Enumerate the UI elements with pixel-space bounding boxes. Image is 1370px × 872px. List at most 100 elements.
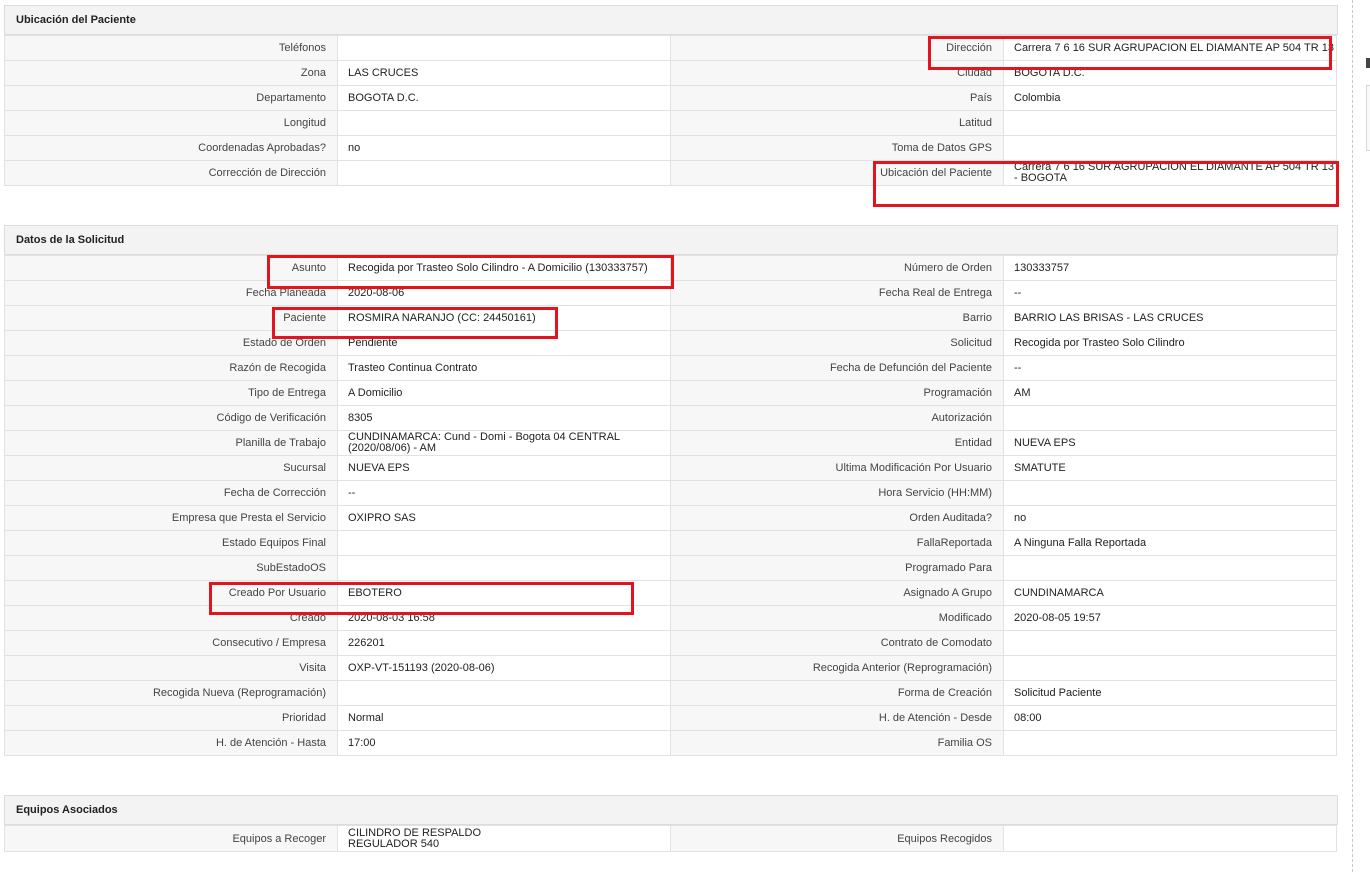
label-fecha-planeada: Fecha Planeada [4, 280, 338, 306]
label-prioridad: Prioridad [4, 705, 338, 731]
value-consecutivo-empresa: 226201 [337, 630, 671, 656]
table-row: Estado Equipos Final FallaReportada A Ning… [4, 530, 1338, 556]
table-row: Departamento BOGOTA D.C. País Colombia [4, 85, 1338, 111]
value-fallareportada: A Ninguna Falla Reportada [1003, 530, 1337, 556]
table-row: Empresa que Presta el Servicio OXIPRO SAS… [4, 505, 1338, 531]
value-autorizacion [1003, 405, 1337, 431]
label-fallareportada: FallaReportada [670, 530, 1004, 556]
label-hora-servicio-hh-mm: Hora Servicio (HH:MM) [670, 480, 1004, 506]
value-fecha-de-correccion: -- [337, 480, 671, 506]
label-recogida-nueva-reprogramacion: Recogida Nueva (Reprogramación) [4, 680, 338, 706]
value-asunto: Recogida por Trasteo Solo Cilindro - A D… [337, 255, 671, 281]
value-sucursal: NUEVA EPS [337, 455, 671, 481]
label-toma-de-datos-gps: Toma de Datos GPS [670, 135, 1004, 161]
value-fecha-de-defuncion-del-paciente: -- [1003, 355, 1337, 381]
table-row: Longitud Latitud [4, 110, 1338, 136]
value-paciente: ROSMIRA NARANJO (CC: 24450161) [337, 305, 671, 331]
label-asunto: Asunto [4, 255, 338, 281]
value-codigo-de-verificacion: 8305 [337, 405, 671, 431]
table-row: Sucursal NUEVA EPS Ultima Modificación Por… [4, 455, 1338, 481]
value-estado-de-orden: Pendiente [337, 330, 671, 356]
value-programado-para [1003, 555, 1337, 581]
table-row: Estado de Orden Pendiente Solicitud Recogid… [4, 330, 1338, 356]
value-entidad: NUEVA EPS [1003, 430, 1337, 456]
label-zona: Zona [4, 60, 338, 86]
value-fecha-planeada: 2020-08-06 [337, 280, 671, 306]
label-correccion-de-direccion: Corrección de Dirección [4, 160, 338, 186]
value-correccion-de-direccion [337, 160, 671, 186]
table-row: SubEstadoOS Programado Para [4, 555, 1338, 581]
value-coordenadas-aprobadas: no [337, 135, 671, 161]
value-prioridad: Normal [337, 705, 671, 731]
value-solicitud: Recogida por Trasteo Solo Cilindro [1003, 330, 1337, 356]
value-barrio: BARRIO LAS BRISAS - LAS CRUCES [1003, 305, 1337, 331]
label-ciudad: Ciudad [670, 60, 1004, 86]
label-creado-por-usuario: Creado Por Usuario [4, 580, 338, 606]
label-codigo-de-verificacion: Código de Verificación [4, 405, 338, 431]
table-row: Planilla de Trabajo CUNDINAMARCA: Cund - … [4, 430, 1338, 456]
label-recogida-anterior-reprogramacion: Recogida Anterior (Reprogramación) [670, 655, 1004, 681]
label-planilla-de-trabajo: Planilla de Trabajo [4, 430, 338, 456]
value-empresa-que-presta-el-servicio: OXIPRO SAS [337, 505, 671, 531]
value-numero-de-orden: 130333757 [1003, 255, 1337, 281]
table-row: Fecha de Corrección -- Hora Servicio (HH:M… [4, 480, 1338, 506]
value-longitud [337, 110, 671, 136]
label-pais: País [670, 85, 1004, 111]
label-modificado: Modificado [670, 605, 1004, 631]
edge-panel [1366, 85, 1370, 151]
label-ubicacion-del-paciente: Ubicación del Paciente [670, 160, 1004, 186]
value-tipo-de-entrega: A Domicilio [337, 380, 671, 406]
value-telefonos [337, 35, 671, 61]
label-equipos-a-recoger: Equipos a Recoger [4, 825, 338, 852]
value-familia-os [1003, 730, 1337, 756]
ubicacion-panel: Ubicación del Paciente Teléfonos Direcció… [4, 5, 1338, 186]
splitter-line [1352, 0, 1353, 872]
value-recogida-nueva-reprogramacion [337, 680, 671, 706]
value-creado: 2020-08-03 16:58 [337, 605, 671, 631]
label-asignado-a-grupo: Asignado A Grupo [670, 580, 1004, 606]
table-row: Consecutivo / Empresa 226201 Contrato de C… [4, 630, 1338, 656]
label-departamento: Departamento [4, 85, 338, 111]
solicitud-panel: Datos de la Solicitud Asunto Recogida por… [4, 225, 1338, 756]
label-telefonos: Teléfonos [4, 35, 338, 61]
label-consecutivo-empresa: Consecutivo / Empresa [4, 630, 338, 656]
value-modificado: 2020-08-05 19:57 [1003, 605, 1337, 631]
value-pais: Colombia [1003, 85, 1337, 111]
label-h-de-atencion-desde: H. de Atención - Desde [670, 705, 1004, 731]
label-coordenadas-aprobadas: Coordenadas Aprobadas? [4, 135, 338, 161]
label-longitud: Longitud [4, 110, 338, 136]
value-forma-de-creacion: Solicitud Paciente [1003, 680, 1337, 706]
value-ubicacion-del-paciente: Carrera 7 6 16 SUR AGRUPACION EL DIAMANT… [1003, 160, 1337, 186]
table-row: Creado Por Usuario EBOTERO Asignado A Grup… [4, 580, 1338, 606]
label-sucursal: Sucursal [4, 455, 338, 481]
value-equipos-a-recoger: CILINDRO DE RESPALDO REGULADOR 540 [337, 825, 671, 852]
value-h-de-atencion-hasta: 17:00 [337, 730, 671, 756]
label-autorizacion: Autorización [670, 405, 1004, 431]
label-subestadoos: SubEstadoOS [4, 555, 338, 581]
label-numero-de-orden: Número de Orden [670, 255, 1004, 281]
value-recogida-anterior-reprogramacion [1003, 655, 1337, 681]
section-title-ubicacion: Ubicación del Paciente [4, 5, 1338, 35]
label-forma-de-creacion: Forma de Creación [670, 680, 1004, 706]
table-row: Paciente ROSMIRA NARANJO (CC: 24450161) Ba… [4, 305, 1338, 331]
value-hora-servicio-hh-mm [1003, 480, 1337, 506]
value-zona: LAS CRUCES [337, 60, 671, 86]
table-row: Recogida Nueva (Reprogramación) Forma de … [4, 680, 1338, 706]
label-visita: Visita [4, 655, 338, 681]
label-fecha-de-correccion: Fecha de Corrección [4, 480, 338, 506]
label-h-de-atencion-hasta: H. de Atención - Hasta [4, 730, 338, 756]
label-fecha-real-de-entrega: Fecha Real de Entrega [670, 280, 1004, 306]
table-row: Visita OXP-VT-151193 (2020-08-06) Recogida… [4, 655, 1338, 681]
value-asignado-a-grupo: CUNDINAMARCA [1003, 580, 1337, 606]
label-tipo-de-entrega: Tipo de Entrega [4, 380, 338, 406]
table-row: H. de Atención - Hasta 17:00 Familia OS [4, 730, 1338, 756]
label-estado-de-orden: Estado de Orden [4, 330, 338, 356]
value-orden-auditada: no [1003, 505, 1337, 531]
label-direccion: Dirección [670, 35, 1004, 61]
value-ultima-modificacion-por-usuario: SMATUTE [1003, 455, 1337, 481]
table-row: Coordenadas Aprobadas? no Toma de Datos GP… [4, 135, 1338, 161]
value-razon-de-recogida: Trasteo Continua Contrato [337, 355, 671, 381]
value-planilla-de-trabajo: CUNDINAMARCA: Cund - Domi - Bogota 04 CE… [337, 430, 671, 456]
table-row: Creado 2020-08-03 16:58 Modificado 2020-08-… [4, 605, 1338, 631]
value-creado-por-usuario: EBOTERO [337, 580, 671, 606]
